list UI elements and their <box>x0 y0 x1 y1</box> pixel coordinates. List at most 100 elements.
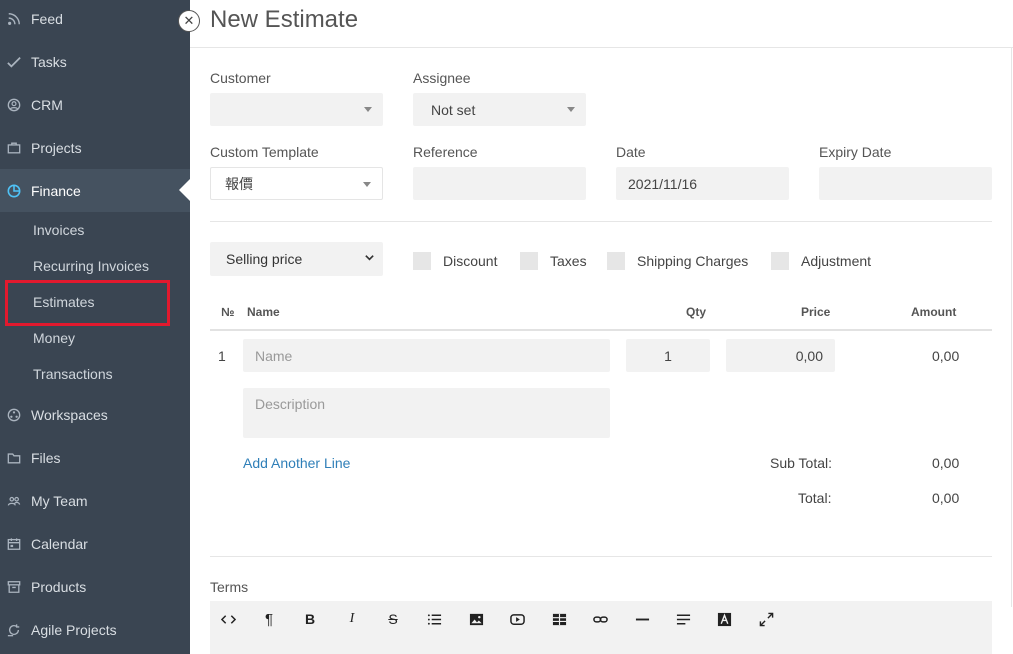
horizontal-rule-icon[interactable] <box>630 609 654 629</box>
sidebar-item-label: Feed <box>31 10 63 27</box>
page-title: New Estimate <box>210 6 359 33</box>
code-icon[interactable] <box>216 609 240 629</box>
taxes-checkbox[interactable] <box>520 252 538 270</box>
sidebar-item-my-team[interactable]: My Team <box>0 479 190 522</box>
image-icon[interactable] <box>464 609 488 629</box>
paragraph-icon[interactable]: ¶ <box>257 609 281 629</box>
item-name-input[interactable]: Name <box>243 339 610 372</box>
date-value: 2021/11/16 <box>628 175 698 192</box>
terms-divider <box>210 556 992 557</box>
table-icon[interactable] <box>547 609 571 629</box>
sidebar: Feed Tasks CRM Projects Finance Invoices… <box>0 0 190 654</box>
sidebar-subitem-invoices[interactable]: Invoices <box>33 220 84 240</box>
total-label: Total: <box>798 490 832 506</box>
briefcase-icon <box>6 140 22 156</box>
bold-icon[interactable]: B <box>298 609 322 629</box>
custom-template-select[interactable]: 報價 <box>210 167 383 200</box>
assignee-select[interactable]: Not set <box>413 93 586 126</box>
add-another-line-link[interactable]: Add Another Line <box>243 455 350 471</box>
fullscreen-icon[interactable] <box>754 609 778 629</box>
link-icon[interactable] <box>588 609 612 629</box>
customer-select[interactable] <box>210 93 383 126</box>
table-header-divider <box>210 329 992 331</box>
sidebar-subitem-recurring-invoices[interactable]: Recurring Invoices <box>33 256 149 276</box>
reference-input[interactable] <box>413 167 586 200</box>
column-header-name: Name <box>247 305 280 319</box>
align-icon[interactable] <box>671 609 695 629</box>
taxes-label: Taxes <box>550 253 587 269</box>
total-value: 0,00 <box>932 490 960 506</box>
assignee-label: Assignee <box>413 70 471 86</box>
list-icon[interactable] <box>422 609 446 629</box>
sidebar-item-label: Files <box>31 449 61 466</box>
sidebar-item-files[interactable]: Files <box>0 436 190 479</box>
sidebar-item-feed[interactable]: Feed <box>0 0 190 40</box>
panel-border <box>1011 47 1012 607</box>
sidebar-item-finance[interactable]: Finance <box>0 169 190 212</box>
item-qty-value: 1 <box>664 347 672 364</box>
sidebar-item-agile-projects[interactable]: Agile Projects <box>0 608 190 651</box>
agile-icon <box>6 622 22 638</box>
shipping-charges-checkbox[interactable] <box>607 252 625 270</box>
custom-template-label: Custom Template <box>210 144 319 160</box>
row-number: 1 <box>218 348 226 364</box>
sidebar-item-label: Projects <box>31 139 82 156</box>
sidebar-item-label: Agile Projects <box>31 621 117 638</box>
calendar-icon <box>6 536 22 552</box>
section-divider <box>210 221 992 222</box>
subtotal-value: 0,00 <box>932 455 960 471</box>
subtotal-label: Sub Total: <box>770 455 833 471</box>
italic-icon[interactable]: I <box>340 609 364 629</box>
chevron-down-icon <box>567 107 575 112</box>
close-button[interactable]: ✕ <box>178 10 200 32</box>
discount-checkbox[interactable] <box>413 252 431 270</box>
folder-icon <box>6 450 22 466</box>
strikethrough-icon[interactable]: S <box>381 609 405 629</box>
team-icon <box>6 493 22 509</box>
header-divider <box>190 47 1013 48</box>
terms-editor-toolbar: ¶ B I S <box>210 601 992 654</box>
discount-label: Discount <box>443 253 498 269</box>
sidebar-item-products[interactable]: Products <box>0 565 190 608</box>
date-input[interactable]: 2021/11/16 <box>616 167 789 200</box>
sidebar-item-label: Calendar <box>31 535 88 552</box>
sidebar-subitem-transactions[interactable]: Transactions <box>33 364 113 384</box>
price-type-select[interactable]: Selling price <box>210 242 383 276</box>
sidebar-subitem-money[interactable]: Money <box>33 328 75 348</box>
rss-icon <box>6 11 22 27</box>
expiry-date-input[interactable] <box>819 167 992 200</box>
sidebar-item-label: CRM <box>31 96 63 113</box>
shipping-charges-label: Shipping Charges <box>637 253 749 269</box>
column-header-price: Price <box>801 305 831 319</box>
font-color-icon[interactable] <box>712 609 736 629</box>
sidebar-item-tasks[interactable]: Tasks <box>0 40 190 83</box>
sidebar-item-workspaces[interactable]: Workspaces <box>0 393 190 436</box>
pie-chart-icon <box>6 183 22 199</box>
sidebar-item-calendar[interactable]: Calendar <box>0 522 190 565</box>
active-indicator <box>179 179 190 201</box>
chevron-down-icon <box>363 182 371 187</box>
sidebar-item-crm[interactable]: CRM <box>0 83 190 126</box>
user-circle-icon <box>6 97 22 113</box>
sidebar-item-projects[interactable]: Projects <box>0 126 190 169</box>
column-header-amount: Amount <box>911 305 957 319</box>
sidebar-item-label: Finance <box>31 182 81 199</box>
reference-label: Reference <box>413 144 478 160</box>
sidebar-item-label: My Team <box>31 492 88 509</box>
close-icon: ✕ <box>183 13 195 28</box>
column-header-qty: Qty <box>686 305 707 319</box>
adjustment-checkbox[interactable] <box>771 252 789 270</box>
chevron-down-icon <box>364 107 372 112</box>
custom-template-value: 報價 <box>225 175 253 192</box>
sidebar-item-label: Products <box>31 578 87 595</box>
item-qty-input[interactable]: 1 <box>626 339 710 372</box>
item-description-input[interactable]: Description <box>243 388 610 438</box>
video-icon[interactable] <box>505 609 529 629</box>
item-price-input[interactable]: 0,00 <box>726 339 835 372</box>
expiry-date-label: Expiry Date <box>819 144 892 160</box>
item-price-value: 0,00 <box>795 347 823 364</box>
check-icon <box>6 54 22 70</box>
terms-label: Terms <box>210 579 249 595</box>
date-label: Date <box>616 144 646 160</box>
sidebar-item-label: Workspaces <box>31 406 108 423</box>
